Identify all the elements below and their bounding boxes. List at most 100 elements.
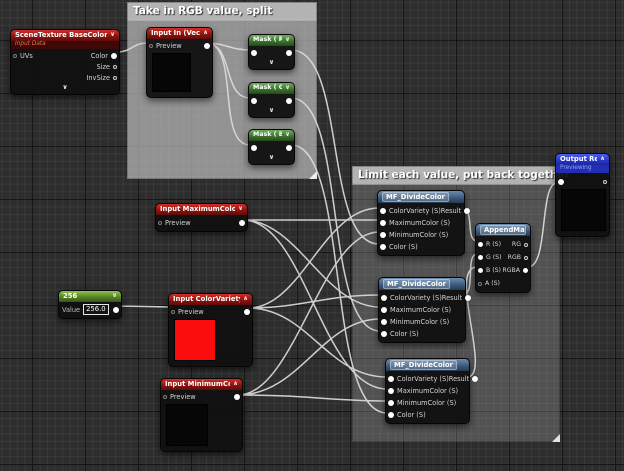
pin-label: G (S) [486,254,502,261]
result-output-pin[interactable] [603,180,607,184]
node-mf-dividecolor-1[interactable]: MF_DivideColor ColorVariety (S) Result M… [377,190,465,256]
maximumcolor-output-pin[interactable] [239,220,245,226]
preview-label: Preview [165,219,191,227]
size-output-pin[interactable] [113,65,117,69]
color-input-pin[interactable] [388,412,394,418]
rg-output-pin[interactable] [524,243,528,247]
g-input-pin[interactable] [478,255,483,260]
node-mask-b[interactable]: Mask ( B ) ∨ ∨ [248,129,295,165]
node-constant-256[interactable]: 256 ∨ Value 256.0 [58,290,122,319]
node-title: SceneTexture BaseColor (for lighting) [15,31,107,40]
color-input-pin[interactable] [380,244,386,250]
in-output-pin[interactable] [204,43,210,49]
chevron-down-icon[interactable]: ∨ [109,292,117,301]
node-input-colorvariety[interactable]: Input ColorVariety (Scalar) ∧ Preview [168,293,253,367]
chevron-down-icon[interactable]: ∨ [282,36,290,45]
material-graph-canvas[interactable]: Take in RGB value, split Limit each valu… [0,0,624,471]
maximumcolor-input-pin[interactable] [381,307,387,313]
node-input-maximumcolor[interactable]: Input MaximumColor (Scalar) ∨ Preview [155,203,248,232]
chevron-down-icon[interactable]: ∨ [282,84,290,93]
maximumcolor-input-pin[interactable] [388,388,394,394]
color-output-pin[interactable] [111,53,117,59]
preview-radio[interactable] [149,44,153,48]
preview-thumbnail [166,404,208,446]
chevron-up-icon[interactable]: ∧ [240,295,248,304]
chevron-down-icon[interactable]: ∨ [107,31,115,40]
preview-radio[interactable] [163,395,167,399]
mask-output-pin[interactable] [286,145,292,151]
maximumcolor-input-pin[interactable] [380,220,386,226]
value-field[interactable]: 256.0 [83,304,108,315]
chevron-down-icon[interactable]: ∨ [282,131,290,140]
colorvariety-input-pin[interactable] [380,208,386,214]
mask-input-pin[interactable] [251,98,257,104]
node-title: Input MinimumColor (Scalar) [165,380,230,389]
chevron-down-icon[interactable]: ∨ [249,107,294,115]
pin-label: A (S) [485,280,500,287]
minimumcolor-input-pin[interactable] [388,400,394,406]
pin-label: ColorVariety (S) [397,375,449,383]
chevron-up-icon[interactable]: ∧ [230,380,238,389]
mask-output-pin[interactable] [286,98,292,104]
pin-label: MaximumColor (S) [389,219,450,227]
b-input-pin[interactable] [478,268,483,273]
rgba-output-pin[interactable] [523,268,528,273]
pin-label: Color [91,52,108,60]
colorvariety-input-pin[interactable] [381,295,387,301]
pin-label: RGBA [502,267,520,274]
node-title: MF_DivideColor [382,192,449,202]
node-title: MF_DivideColor [383,279,450,289]
colorvariety-output-pin[interactable] [244,309,250,315]
node-title: 256 [63,292,77,301]
node-title: AppendMany [480,225,526,235]
preview-thumbnail [561,189,606,231]
r-input-pin[interactable] [478,242,483,247]
rgb-output-pin[interactable] [524,256,528,260]
chevron-down-icon[interactable]: ∨ [11,84,119,92]
preview-label: Preview [170,393,196,401]
minimumcolor-output-pin[interactable] [234,394,240,400]
chevron-down-icon[interactable]: ∨ [235,205,243,214]
chevron-down-icon[interactable]: ∨ [249,59,294,67]
pin-label: MinimumColor (S) [390,318,449,326]
pin-label: Size [96,63,110,71]
chevron-up-icon[interactable]: ∧ [597,155,605,164]
pin-label: B (S) [486,267,501,274]
chevron-down-icon[interactable]: ∨ [249,154,294,162]
node-title: Mask ( G ) [253,84,282,93]
wire-variety-to-mf1 [248,208,379,308]
result-input-pin[interactable] [558,179,564,185]
chevron-up-icon[interactable]: ∧ [200,29,208,38]
colorvariety-input-pin[interactable] [388,376,394,382]
invsize-output-pin[interactable] [113,76,117,80]
preview-label: Preview [178,308,204,316]
pin-label: ColorVariety (S) [390,294,442,302]
node-scene-texture[interactable]: SceneTexture BaseColor (for lighting) ∨ … [10,29,120,95]
a-input-pin[interactable] [478,282,482,286]
node-appendmany[interactable]: AppendMany R (S) RG G (S) RGB B (S) [475,223,531,293]
pin-label: RG [512,241,521,248]
preview-radio[interactable] [171,310,175,314]
node-mask-r[interactable]: Mask ( R ) ∨ ∨ [248,34,295,70]
node-mask-g[interactable]: Mask ( G ) ∨ ∨ [248,82,295,118]
uvs-input-pin[interactable] [13,54,17,58]
preview-radio[interactable] [158,221,162,225]
node-input-minimumcolor[interactable]: Input MinimumColor (Scalar) ∧ Preview [160,378,243,452]
node-mf-dividecolor-2[interactable]: MF_DivideColor ColorVariety (S) Result M… [378,277,466,343]
mask-input-pin[interactable] [251,50,257,56]
node-subtitle: Previewing [556,165,609,173]
mask-output-pin[interactable] [286,50,292,56]
constant-output-pin[interactable] [113,307,119,313]
minimumcolor-input-pin[interactable] [381,319,387,325]
mask-input-pin[interactable] [251,145,257,151]
wire-color-to-in [117,43,148,52]
color-input-pin[interactable] [381,331,387,337]
wire-mask-b-to-mf3 [291,145,387,413]
wire-256-to-variety [117,306,171,307]
wire-append-to-output [528,183,557,267]
node-input-in[interactable]: Input In (Vector3) ∧ Preview [146,27,213,98]
node-title: Input ColorVariety (Scalar) [173,295,240,304]
node-output-result[interactable]: Output Result ∧ Previewing [555,153,610,237]
minimumcolor-input-pin[interactable] [380,232,386,238]
node-mf-dividecolor-3[interactable]: MF_DivideColor ColorVariety (S) Result M… [385,358,470,424]
